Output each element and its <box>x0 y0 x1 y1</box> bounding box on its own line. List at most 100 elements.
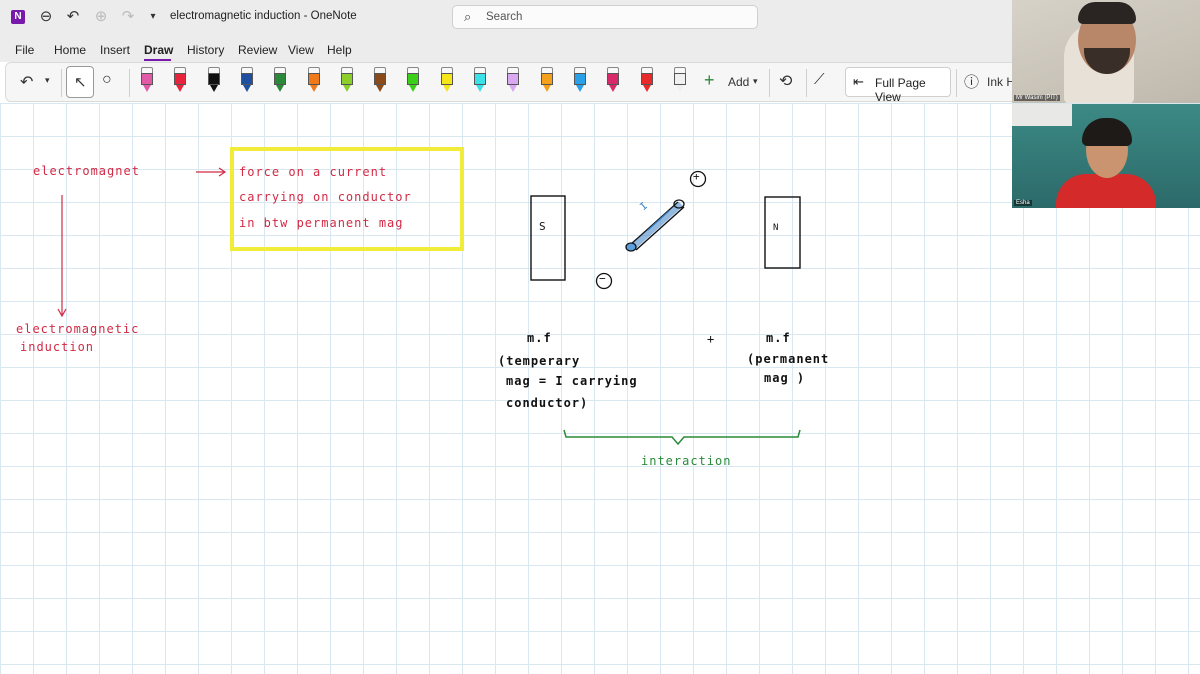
back-icon[interactable]: ⊖ <box>37 8 55 26</box>
pen-11-icon[interactable] <box>472 67 488 93</box>
interaction-brace <box>563 429 801 446</box>
minus-label: − <box>599 272 607 285</box>
participant-video-1[interactable]: Mr Wasim (PIT) <box>1012 0 1200 103</box>
pen-10-icon[interactable] <box>439 67 455 93</box>
pen-tip <box>476 85 484 92</box>
pen-13-icon[interactable] <box>539 67 555 93</box>
note-temp-line-3: conductor) <box>506 396 589 410</box>
ceiling-unit <box>1012 104 1072 126</box>
pen-tip <box>442 85 451 92</box>
ink-help-label[interactable]: Ink H <box>987 75 1015 89</box>
active-tab-indicator <box>144 59 171 61</box>
conductor-edge <box>629 201 679 246</box>
pen-body <box>540 73 553 85</box>
pen-15-icon[interactable] <box>605 67 621 93</box>
pen-tip <box>209 85 218 92</box>
pen-3-icon[interactable] <box>206 67 222 93</box>
pen-tip <box>642 85 651 92</box>
menu-file[interactable]: File <box>15 43 34 57</box>
menu-draw[interactable]: Draw <box>144 43 173 57</box>
pen-2-icon[interactable] <box>172 67 188 93</box>
pen-5-icon[interactable] <box>272 67 288 93</box>
participant-hair <box>1082 118 1132 146</box>
full-page-view-label: Full Page View <box>875 76 926 104</box>
select-tool-button[interactable]: ↖ <box>66 66 94 98</box>
pen-16-icon[interactable] <box>639 67 655 93</box>
lasso-select-icon[interactable]: ○ <box>102 71 112 89</box>
pen-tip <box>575 85 584 92</box>
full-page-view-button[interactable]: ⇤ Full Page View <box>845 67 951 104</box>
onenote-app-icon: N <box>11 10 25 24</box>
search-icon: ⌕ <box>464 9 472 24</box>
conductor-end <box>625 242 637 252</box>
note-box-line-2: carrying on conductor <box>239 190 412 204</box>
mf-right: m.f <box>766 331 791 345</box>
pen-6-icon[interactable] <box>306 67 322 93</box>
add-pen-icon[interactable]: + <box>704 70 715 91</box>
redo-icon[interactable]: ↷ <box>119 8 137 26</box>
add-pen-label[interactable]: Add <box>728 75 749 89</box>
pen-7-icon[interactable] <box>339 67 355 93</box>
menu-insert[interactable]: Insert <box>100 43 130 57</box>
pen-tip <box>242 85 251 92</box>
participant-name-2: Esha <box>1014 200 1032 206</box>
pen-tip <box>276 85 285 92</box>
ink-to-shape-icon[interactable]: ⟲ <box>779 71 792 91</box>
undo-icon[interactable]: ↶ <box>20 72 33 92</box>
pen-9-icon[interactable] <box>405 67 421 93</box>
participant-figure <box>1056 174 1156 208</box>
participant-name-1: Mr Wasim (PIT) <box>1014 95 1060 101</box>
pen-12-icon[interactable] <box>505 67 521 93</box>
help-icon[interactable]: ⓘ <box>964 71 979 92</box>
pen-tip <box>542 85 551 92</box>
menu-home[interactable]: Home <box>54 43 86 57</box>
quick-access-dropdown-icon[interactable]: ▾ <box>144 8 162 26</box>
pen-tip <box>409 85 418 92</box>
menu-help[interactable]: Help <box>327 43 352 57</box>
pen-tip <box>342 85 351 92</box>
pen-1-icon[interactable] <box>139 67 155 93</box>
note-box-line-1: force on a current <box>239 165 388 179</box>
undo-icon[interactable]: ↶ <box>64 8 82 26</box>
note-perm-line-2: mag ) <box>764 371 806 385</box>
pen-17-icon[interactable] <box>672 67 688 93</box>
pen-body <box>174 73 187 85</box>
pen-tip <box>509 85 518 92</box>
note-box-line-3: in btw permanent mag <box>239 216 404 230</box>
pen-body <box>240 73 253 85</box>
search-placeholder: Search <box>486 11 523 23</box>
note-perm-line-1: (permanent <box>747 352 830 366</box>
ruler-icon[interactable]: ⟋ <box>814 71 825 88</box>
cursor-icon: ↖ <box>74 74 87 91</box>
magnet-s-shape <box>530 195 566 281</box>
pen-4-icon[interactable] <box>239 67 255 93</box>
separator <box>806 69 807 97</box>
undo-dropdown-icon[interactable]: ▾ <box>45 75 50 86</box>
note-temp-line-1: (temperary <box>498 354 581 368</box>
magnet-n-shape <box>764 196 801 269</box>
conductor-edge <box>635 206 685 251</box>
pen-body <box>141 73 153 85</box>
separator <box>956 69 957 97</box>
pen-body <box>340 73 353 85</box>
pen-8-icon[interactable] <box>372 67 388 93</box>
pen-body <box>407 73 420 85</box>
mf-left: m.f <box>527 331 552 345</box>
pen-body <box>374 73 387 85</box>
separator <box>61 69 62 97</box>
menu-review[interactable]: Review <box>238 43 277 57</box>
note-temp-line-2: mag = I carrying <box>506 374 638 388</box>
pen-body <box>640 73 653 85</box>
pen-body <box>573 73 586 85</box>
forward-icon[interactable]: ⊕ <box>92 8 110 26</box>
add-dropdown-icon[interactable]: ▾ <box>753 76 758 87</box>
menu-view[interactable]: View <box>288 43 314 57</box>
menu-history[interactable]: History <box>187 43 224 57</box>
pen-body <box>507 73 520 85</box>
pen-14-icon[interactable] <box>572 67 588 93</box>
pen-body <box>474 73 486 85</box>
pen-tip <box>376 85 385 92</box>
plus-label: + <box>693 170 701 183</box>
search-box[interactable]: ⌕ Search <box>452 5 758 29</box>
participant-video-2[interactable]: Esha <box>1012 104 1200 208</box>
